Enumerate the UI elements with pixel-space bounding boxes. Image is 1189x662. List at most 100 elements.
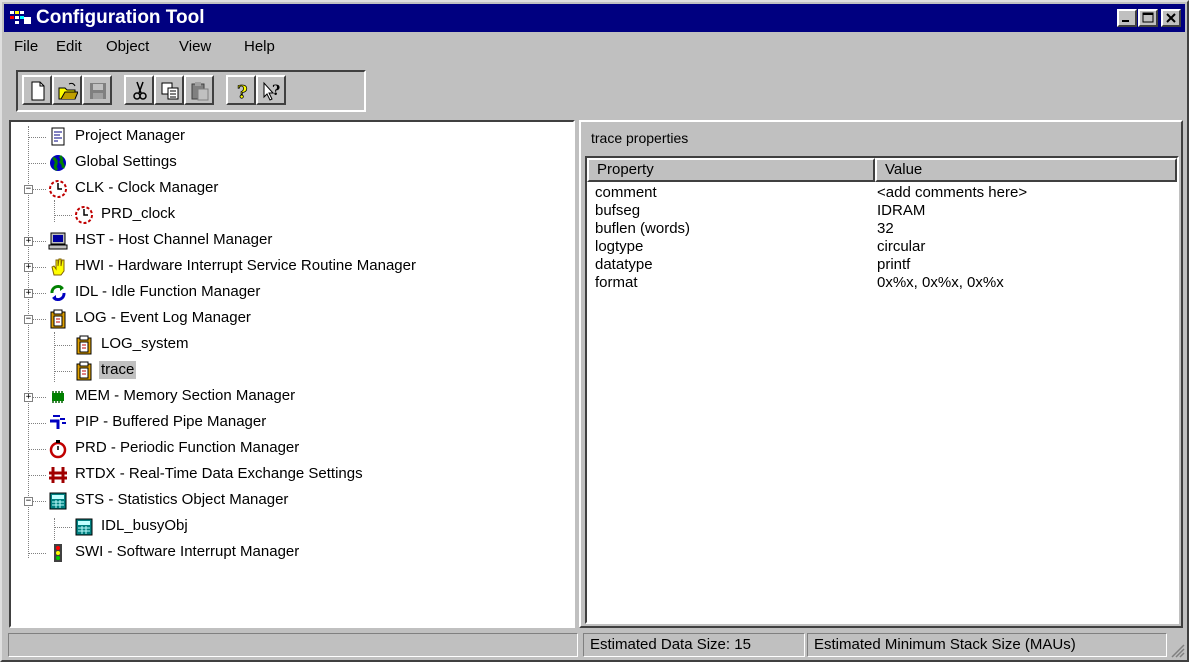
- clock-icon: [49, 180, 67, 198]
- paste-button[interactable]: [184, 75, 214, 105]
- tree-item-hst[interactable]: + HST - Host Channel Manager: [11, 228, 571, 254]
- property-row[interactable]: buflen (words) 32: [587, 220, 1177, 238]
- property-value: <add comments here>: [877, 184, 1028, 201]
- tree-item-label: HST - Host Channel Manager: [75, 231, 273, 248]
- menu-help[interactable]: Help: [244, 38, 275, 56]
- tree-item-label: MEM - Memory Section Manager: [75, 387, 296, 404]
- tree-item-label: Global Settings: [75, 153, 177, 170]
- property-row[interactable]: format 0x%x, 0x%x, 0x%x: [587, 274, 1177, 292]
- tree-item-hwi[interactable]: + HWI - Hardware Interrupt Service Routi…: [11, 254, 571, 280]
- tree-item-project-manager[interactable]: Project Manager: [11, 124, 571, 150]
- object-tree[interactable]: Project Manager Global Settings − CLK - …: [9, 120, 575, 628]
- tree-item-prd-clock[interactable]: PRD_clock: [11, 202, 571, 228]
- tree-item-label: PRD - Periodic Function Manager: [75, 439, 300, 456]
- property-name: datatype: [595, 256, 653, 273]
- app-icon: [10, 11, 31, 24]
- tree-item-swi[interactable]: SWI - Software Interrupt Manager: [11, 540, 571, 566]
- property-value: circular: [877, 238, 926, 255]
- tree-item-log[interactable]: − LOG - Event Log Manager: [11, 306, 571, 332]
- copy-button[interactable]: [154, 75, 184, 105]
- title-bar[interactable]: Configuration Tool: [4, 4, 1185, 32]
- properties-list[interactable]: Property Value comment <add comments her…: [585, 156, 1179, 624]
- property-name: buflen (words): [595, 220, 691, 237]
- column-header-value[interactable]: Value: [875, 158, 1177, 182]
- new-icon: [31, 81, 45, 101]
- status-data-size: Estimated Data Size: 15: [583, 633, 805, 657]
- tree-item-clk[interactable]: − CLK - Clock Manager: [11, 176, 571, 202]
- rtdx-icon: [49, 467, 67, 483]
- property-name: logtype: [595, 238, 644, 255]
- cycle-icon: [50, 285, 66, 301]
- tree-item-log-system[interactable]: LOG_system: [11, 332, 571, 358]
- tree-item-label: STS - Statistics Object Manager: [75, 491, 289, 508]
- window-title: Configuration Tool: [36, 7, 205, 28]
- property-row[interactable]: datatype printf: [587, 256, 1177, 274]
- properties-pane: trace properties Property Value comment …: [579, 120, 1183, 628]
- property-name: bufseg: [595, 202, 641, 219]
- tree-item-rtdx[interactable]: RTDX - Real-Time Data Exchange Settings: [11, 462, 571, 488]
- tree-item-prd[interactable]: PRD - Periodic Function Manager: [11, 436, 571, 462]
- menu-view[interactable]: View: [179, 38, 211, 56]
- svg-text:?: ?: [272, 83, 280, 99]
- property-row[interactable]: logtype circular: [587, 238, 1177, 256]
- open-button[interactable]: [52, 75, 82, 105]
- collapse-toggle[interactable]: −: [24, 315, 33, 324]
- status-stack-size: Estimated Minimum Stack Size (MAUs): [807, 633, 1167, 657]
- log-icon: [76, 335, 92, 355]
- context-help-icon: ?: [263, 81, 280, 101]
- expand-toggle[interactable]: +: [24, 237, 33, 246]
- tree-item-idl-busyobj[interactable]: IDL_busyObj: [11, 514, 571, 540]
- tree-item-label: LOG_system: [101, 335, 189, 352]
- menu-edit[interactable]: Edit: [56, 38, 82, 56]
- property-row[interactable]: bufseg IDRAM: [587, 202, 1177, 220]
- tree-item-label: trace: [99, 361, 137, 379]
- property-value: 32: [877, 220, 894, 237]
- resize-grip-icon[interactable]: [1169, 642, 1185, 658]
- hand-icon: [51, 258, 65, 276]
- close-button[interactable]: [1161, 9, 1181, 27]
- globe-icon: [50, 155, 66, 172]
- expand-toggle[interactable]: +: [24, 289, 33, 298]
- maximize-button[interactable]: [1138, 9, 1158, 27]
- collapse-toggle[interactable]: −: [24, 497, 33, 506]
- expand-toggle[interactable]: +: [24, 393, 33, 402]
- minimize-button[interactable]: [1117, 9, 1137, 27]
- context-help-button[interactable]: ?: [256, 75, 286, 105]
- open-icon: [58, 82, 78, 100]
- clock-icon: [75, 206, 93, 224]
- tree-item-pip[interactable]: PIP - Buffered Pipe Manager: [11, 410, 571, 436]
- tree-item-mem[interactable]: + MEM - Memory Section Manager: [11, 384, 571, 410]
- copy-icon: [161, 82, 179, 100]
- pipe-icon: [50, 415, 66, 429]
- svg-text:?: ?: [237, 82, 248, 101]
- property-value: printf: [877, 256, 911, 273]
- property-row[interactable]: comment <add comments here>: [587, 184, 1177, 202]
- new-button[interactable]: [22, 75, 52, 105]
- cut-icon: [133, 81, 147, 100]
- tree-item-trace[interactable]: trace: [11, 358, 571, 384]
- tree-item-label: SWI - Software Interrupt Manager: [75, 543, 300, 560]
- tree-item-label: HWI - Hardware Interrupt Service Routine…: [75, 257, 416, 274]
- minimize-icon: [1122, 20, 1129, 22]
- calculator-icon: [75, 518, 93, 536]
- stopwatch-icon: [49, 440, 67, 459]
- tree-item-idl[interactable]: + IDL - Idle Function Manager: [11, 280, 571, 306]
- toolbar: ? ?: [16, 70, 366, 112]
- expand-toggle[interactable]: +: [24, 263, 33, 272]
- cut-button[interactable]: [124, 75, 154, 105]
- tree-item-label: Project Manager: [75, 127, 186, 144]
- status-bar: Estimated Data Size: 15 Estimated Minimu…: [2, 630, 1187, 660]
- save-icon: [90, 83, 106, 99]
- help-button[interactable]: ?: [226, 75, 256, 105]
- log-icon: [50, 309, 66, 329]
- menu-object[interactable]: Object: [106, 38, 149, 56]
- menu-file[interactable]: File: [14, 38, 38, 56]
- log-icon: [76, 361, 92, 381]
- collapse-toggle[interactable]: −: [24, 185, 33, 194]
- tree-item-sts[interactable]: − STS - Statistics Object Manager: [11, 488, 571, 514]
- save-button[interactable]: [82, 75, 112, 105]
- tree-item-global-settings[interactable]: Global Settings: [11, 150, 571, 176]
- project-manager-icon: [51, 127, 65, 146]
- tree-item-label: RTDX - Real-Time Data Exchange Settings: [75, 465, 363, 482]
- column-header-property[interactable]: Property: [587, 158, 875, 182]
